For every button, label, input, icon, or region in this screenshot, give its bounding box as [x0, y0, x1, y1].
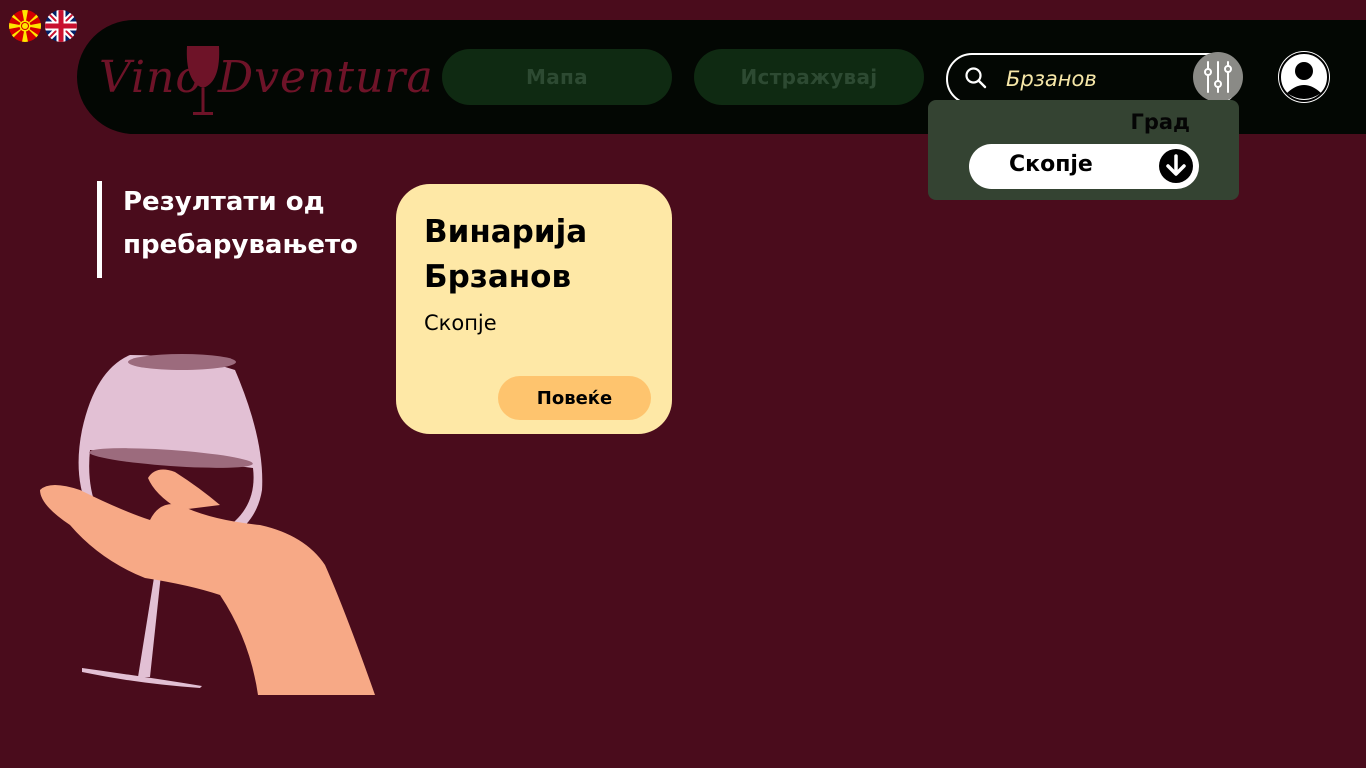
nav-map-label: Мапа [526, 65, 588, 89]
nav-explore-button[interactable]: Истражувај [694, 49, 924, 105]
filter-toggle-button[interactable] [1193, 52, 1243, 102]
nav-explore-label: Истражувај [740, 65, 878, 89]
arrow-down-circle-icon [1159, 149, 1193, 183]
uk-flag-icon[interactable] [45, 10, 77, 42]
search-input[interactable] [1004, 61, 1188, 97]
logo[interactable]: Vino Dventura [99, 34, 433, 124]
results-heading-line2: пребарувањето [123, 230, 358, 260]
hand-wine-glass-illustration [40, 354, 375, 695]
sliders-icon [1204, 61, 1232, 93]
results-heading: Резултати од пребарувањето [97, 181, 383, 278]
results-heading-line1: Резултати од [123, 187, 325, 217]
city-select[interactable]: Скопје [969, 144, 1199, 189]
user-icon [1279, 52, 1329, 102]
logo-text: Vino Dventura [99, 52, 434, 103]
wine-glass-logo-icon [186, 46, 220, 115]
nav-map-button[interactable]: Мапа [442, 49, 672, 105]
macedonian-flag-icon[interactable] [9, 10, 41, 42]
winery-card-title-line1: Винарија [424, 214, 588, 250]
winery-card-city: Скопје [424, 311, 497, 335]
winery-card: Винарија Брзанов Скопје Повеќе [396, 184, 672, 434]
filter-panel: Град Скопје [928, 100, 1239, 200]
filter-city-label: Град [1130, 110, 1190, 134]
user-avatar[interactable] [1278, 51, 1330, 103]
winery-card-title: Винарија Брзанов [424, 210, 664, 300]
winery-card-title-line2: Брзанов [424, 259, 572, 295]
more-button[interactable]: Повеќе [498, 376, 651, 420]
page: Vino Dventura Мапа Истражувај Брзанов Гр… [0, 0, 1366, 768]
search-icon [965, 67, 987, 89]
city-select-value: Скопје [1009, 152, 1093, 177]
